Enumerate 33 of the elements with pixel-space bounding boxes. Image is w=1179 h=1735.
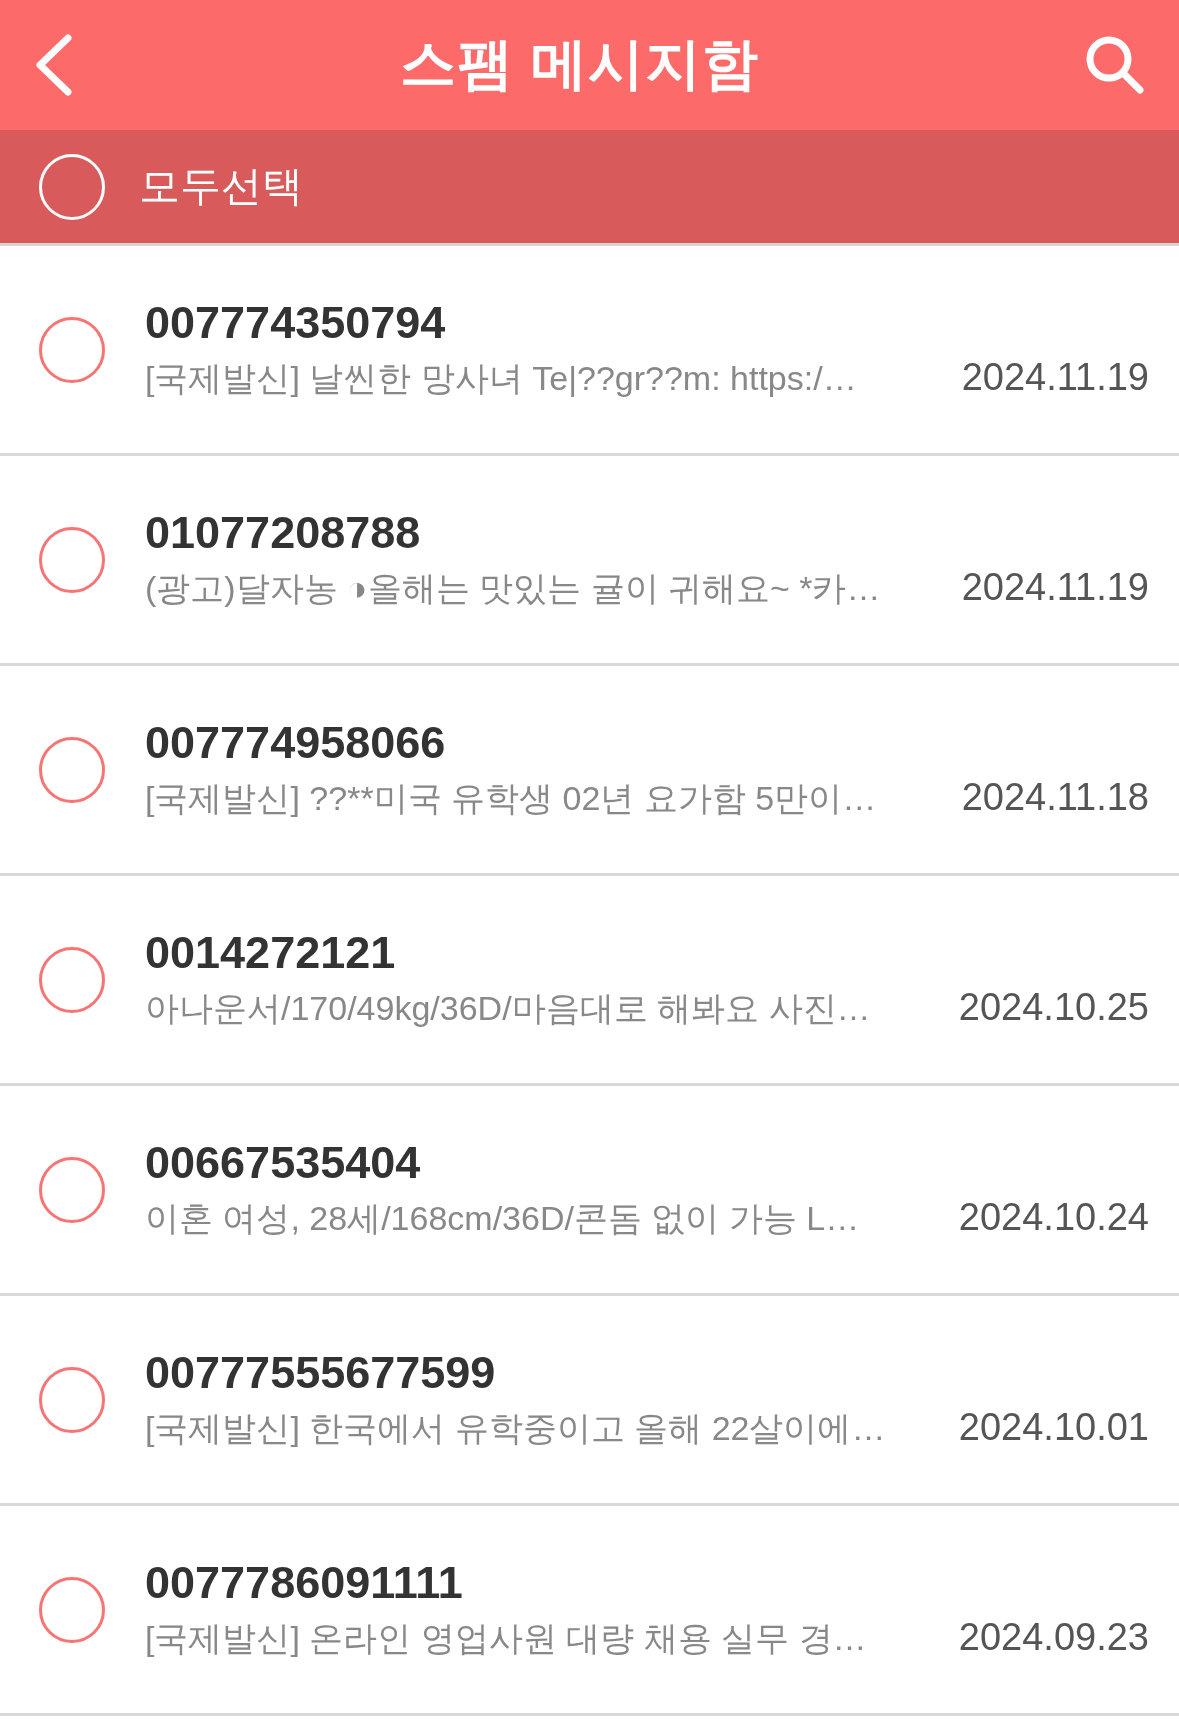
message-date: 2024.11.19 bbox=[961, 356, 1149, 400]
message-preview: [국제발신] 한국에서 유학중이고 올해 22살이에… bbox=[145, 1408, 886, 1450]
sender-number: 0014272121 bbox=[145, 926, 397, 979]
message-date: 2024.10.25 bbox=[958, 986, 1149, 1030]
message-date: 2024.11.19 bbox=[961, 566, 1149, 610]
search-icon bbox=[1085, 35, 1145, 95]
message-checkbox[interactable] bbox=[39, 1156, 105, 1223]
message-checkbox[interactable] bbox=[39, 736, 105, 803]
message-date: 2024.09.23 bbox=[958, 1616, 1149, 1660]
message-date: 2024.11.18 bbox=[961, 776, 1149, 820]
message-preview: (광고)달자농 ◑올해는 맛있는 귤이 귀해요~ *카… bbox=[145, 568, 881, 610]
message-date: 2024.10.24 bbox=[958, 1196, 1149, 1240]
select-all-label: 모두선택 bbox=[139, 162, 303, 211]
sender-number: 01077208788 bbox=[145, 506, 422, 559]
sender-number: 007774350794 bbox=[145, 296, 447, 349]
message-preview: 아나운서/170/49kg/36D/마음대로 해봐요 사진… bbox=[145, 988, 871, 1030]
message-preview: [국제발신] 날씬한 망사녀 Te|??gr??m: https:/… bbox=[145, 358, 857, 400]
message-date: 2024.10.01 bbox=[958, 1406, 1149, 1450]
message-preview: [국제발신] 온라인 영업사원 대량 채용 실무 경… bbox=[145, 1618, 867, 1660]
sender-number: 0077786091111 bbox=[145, 1556, 464, 1609]
message-checkbox[interactable] bbox=[39, 316, 105, 383]
message-checkbox[interactable] bbox=[39, 526, 105, 593]
screen-title: 스팸 메시지함 bbox=[400, 31, 759, 97]
select-all-checkbox[interactable] bbox=[39, 153, 105, 220]
sender-number: 00667535404 bbox=[145, 1136, 422, 1189]
message-checkbox[interactable] bbox=[39, 946, 105, 1013]
sender-number: 00777555677599 bbox=[145, 1346, 497, 1399]
sender-number: 007774958066 bbox=[145, 716, 447, 769]
message-checkbox[interactable] bbox=[39, 1366, 105, 1433]
message-preview: 이혼 여성, 28세/168cm/36D/콘돔 없이 가능 L… bbox=[145, 1198, 860, 1240]
chevron-left-icon bbox=[34, 34, 74, 96]
message-checkbox[interactable] bbox=[39, 1576, 105, 1643]
message-preview: [국제발신] ??**미국 유학생 02년 요가함 5만이… bbox=[145, 778, 877, 820]
